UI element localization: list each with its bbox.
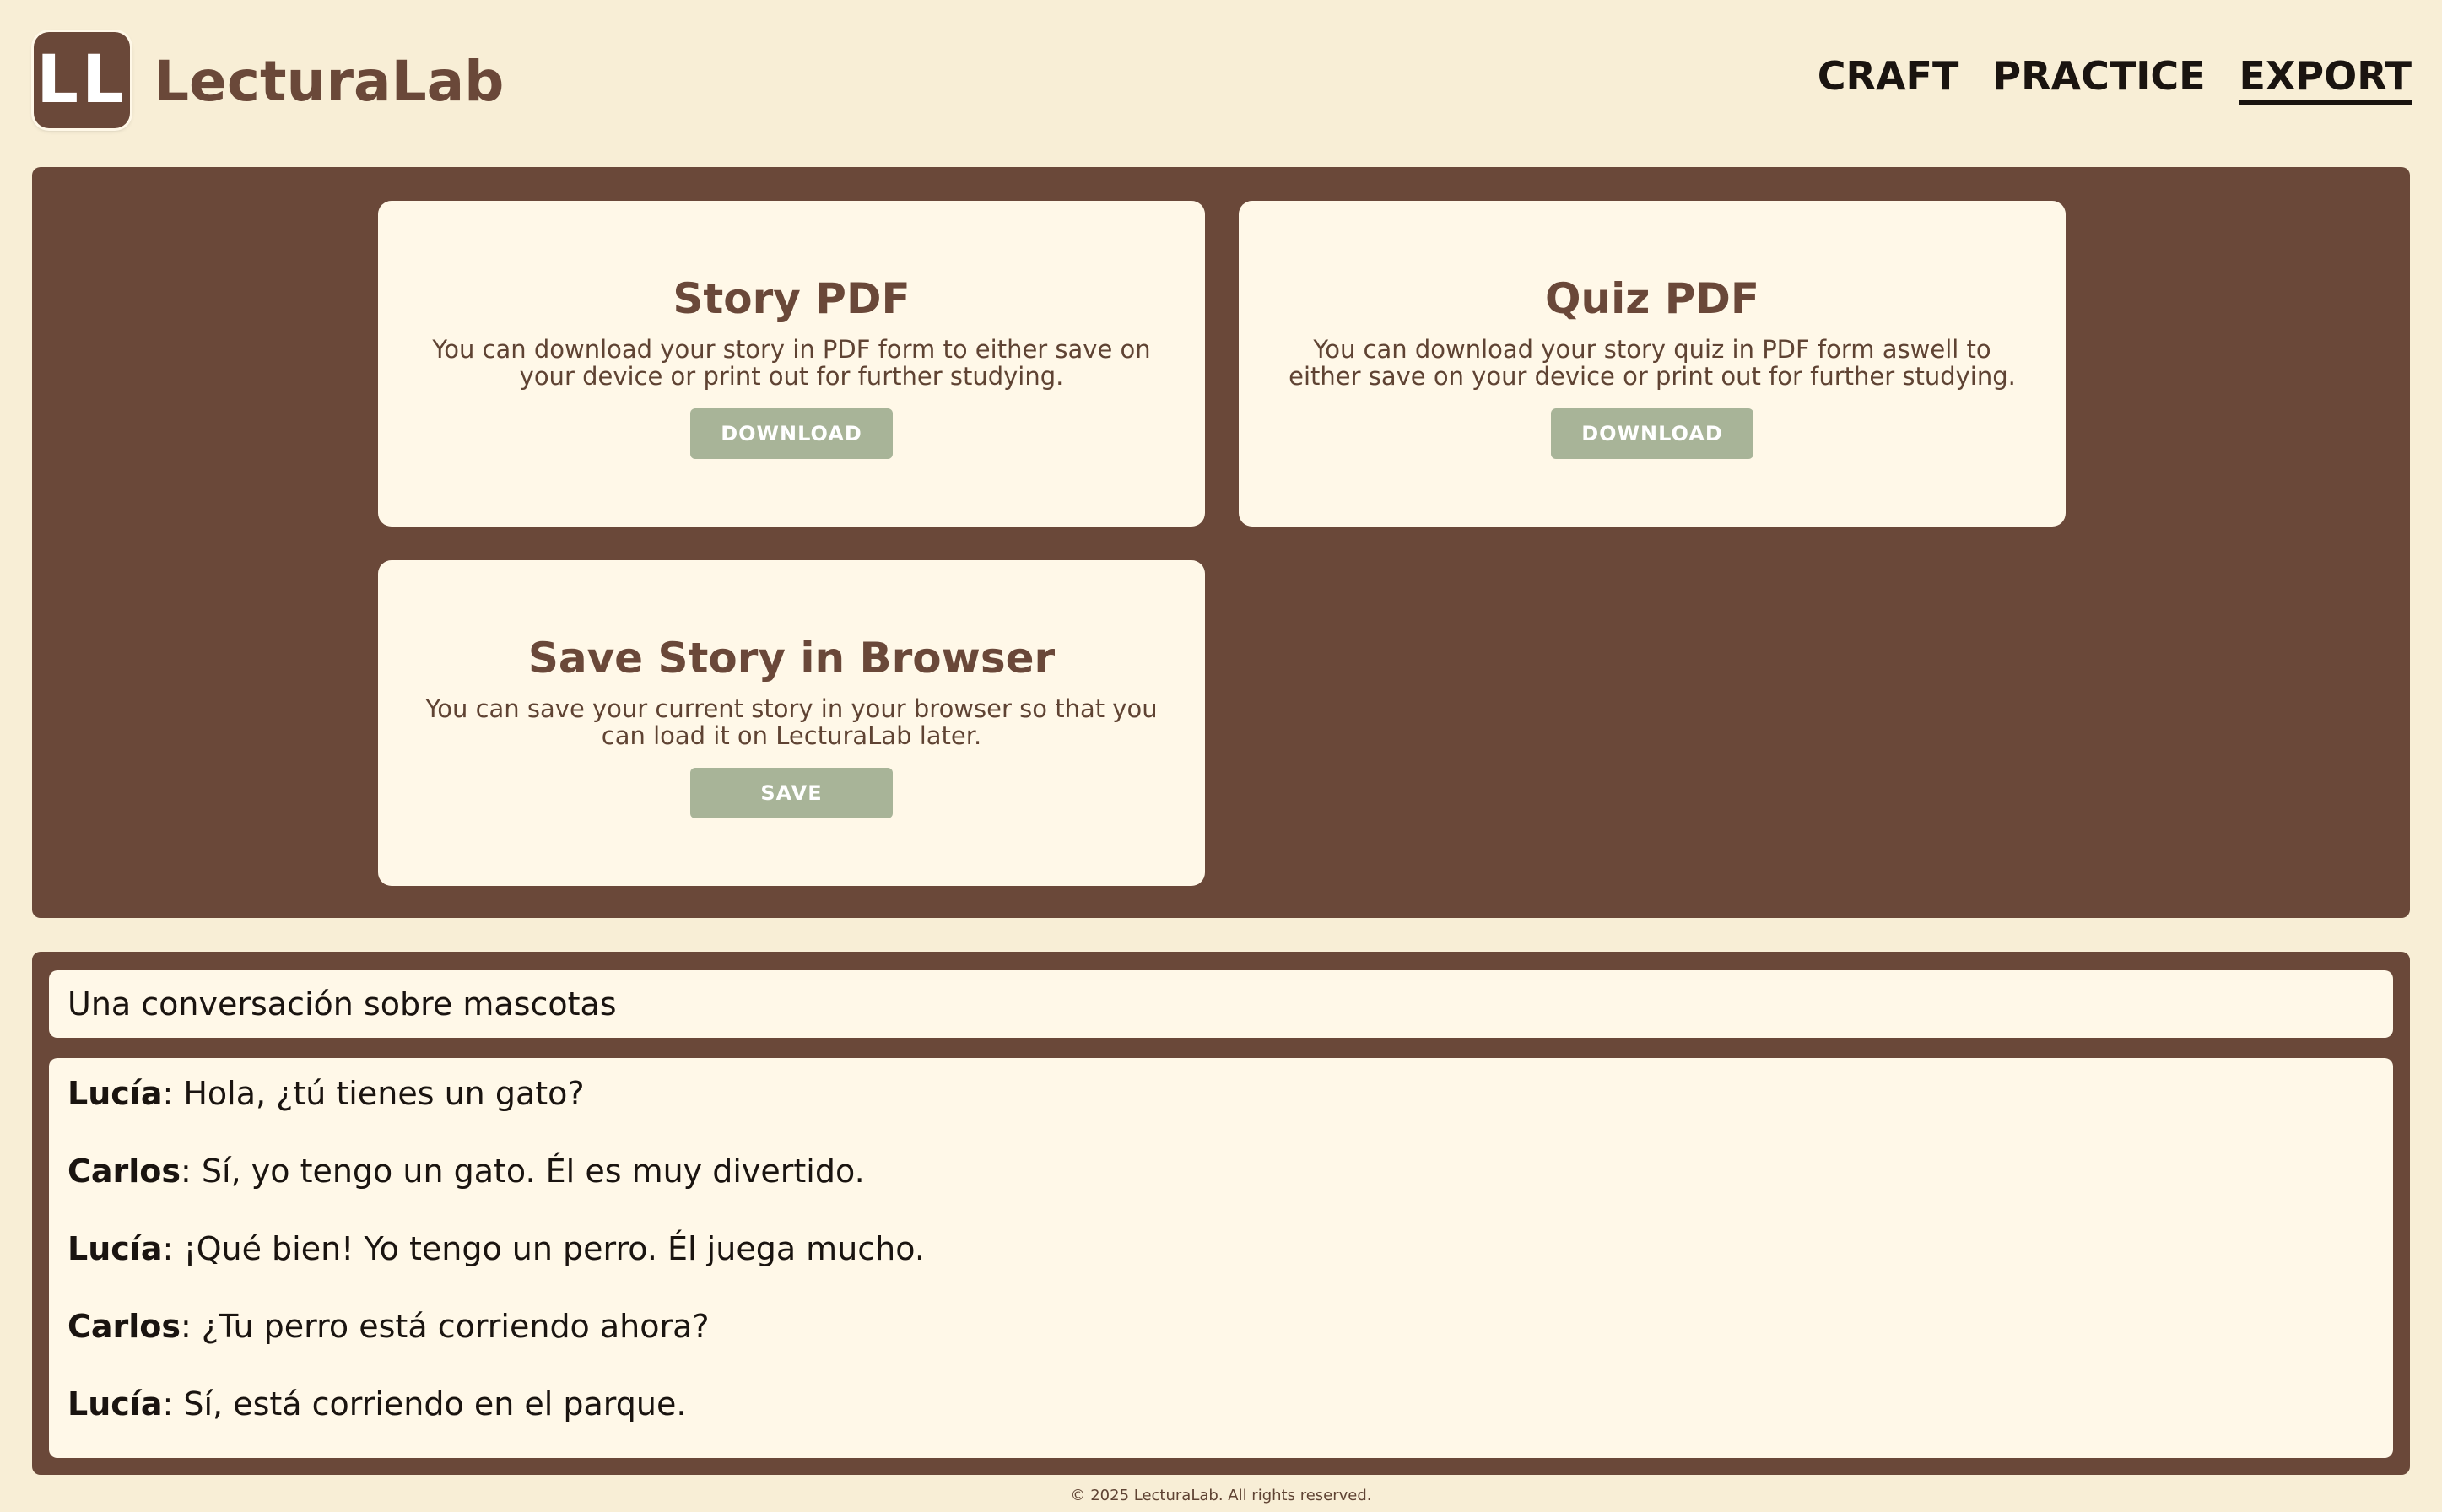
footer-copyright: © 2025 LecturaLab. All rights reserved. <box>1070 1487 1372 1504</box>
dialogue-line: Lucía: Sí, está corriendo en el parque. <box>68 1380 2374 1428</box>
story-panel: Una conversación sobre mascotas Lucía: H… <box>32 952 2410 1475</box>
nav-craft[interactable]: CRAFT <box>1818 52 1959 105</box>
logo-text: LL <box>36 42 127 118</box>
dialogue-text: : ¿Tu perro está corriendo ahora? <box>181 1308 710 1345</box>
save-story-title: Save Story in Browser <box>527 634 1056 683</box>
brand-name[interactable]: LecturaLab <box>154 44 504 120</box>
speaker-name: Lucía <box>68 1075 163 1112</box>
dialogue-text: : Sí, está corriendo en el parque. <box>162 1385 687 1423</box>
save-story-button[interactable]: SAVE <box>690 768 893 818</box>
speaker-name: Carlos <box>68 1308 181 1345</box>
story-title: Una conversación sobre mascotas <box>49 970 2393 1038</box>
quiz-pdf-card: Quiz PDF You can download your story qui… <box>1239 201 2066 526</box>
dialogue-text: : Hola, ¿tú tienes un gato? <box>162 1075 585 1112</box>
main-nav: CRAFT PRACTICE EXPORT <box>1818 52 2412 105</box>
story-body: Lucía: Hola, ¿tú tienes un gato? Carlos:… <box>49 1058 2393 1458</box>
dialogue-line: Lucía: ¡Qué bien! Yo tengo un perro. Él … <box>68 1225 2374 1272</box>
logo-icon[interactable]: LL <box>34 32 130 128</box>
nav-practice[interactable]: PRACTICE <box>1992 52 2205 105</box>
dialogue-line: Lucía: Hola, ¿tú tienes un gato? <box>68 1070 2374 1117</box>
nav-export[interactable]: EXPORT <box>2239 52 2412 105</box>
export-panel: Story PDF You can download your story in… <box>32 167 2410 918</box>
dialogue-text: : Sí, yo tengo un gato. Él es muy divert… <box>181 1153 865 1190</box>
dialogue-line: Carlos: ¿Tu perro está corriendo ahora? <box>68 1303 2374 1350</box>
speaker-name: Lucía <box>68 1230 163 1267</box>
download-story-pdf-button[interactable]: DOWNLOAD <box>690 408 893 459</box>
story-pdf-description: You can download your story in PDF form … <box>432 335 1151 391</box>
save-story-description: You can save your current story in your … <box>425 694 1158 750</box>
dialogue-line: Carlos: Sí, yo tengo un gato. Él es muy … <box>68 1148 2374 1195</box>
quiz-pdf-title: Quiz PDF <box>1544 274 1760 323</box>
story-pdf-title: Story PDF <box>673 274 910 323</box>
quiz-pdf-description: You can download your story quiz in PDF … <box>1289 335 2016 391</box>
speaker-name: Lucía <box>68 1385 163 1423</box>
download-quiz-pdf-button[interactable]: DOWNLOAD <box>1551 408 1753 459</box>
speaker-name: Carlos <box>68 1153 181 1190</box>
dialogue-text: : ¡Qué bien! Yo tengo un perro. Él juega… <box>162 1230 925 1267</box>
save-story-card: Save Story in Browser You can save your … <box>378 560 1205 886</box>
story-pdf-card: Story PDF You can download your story in… <box>378 201 1205 526</box>
app-header: LL LecturaLab CRAFT PRACTICE EXPORT <box>0 0 2442 165</box>
